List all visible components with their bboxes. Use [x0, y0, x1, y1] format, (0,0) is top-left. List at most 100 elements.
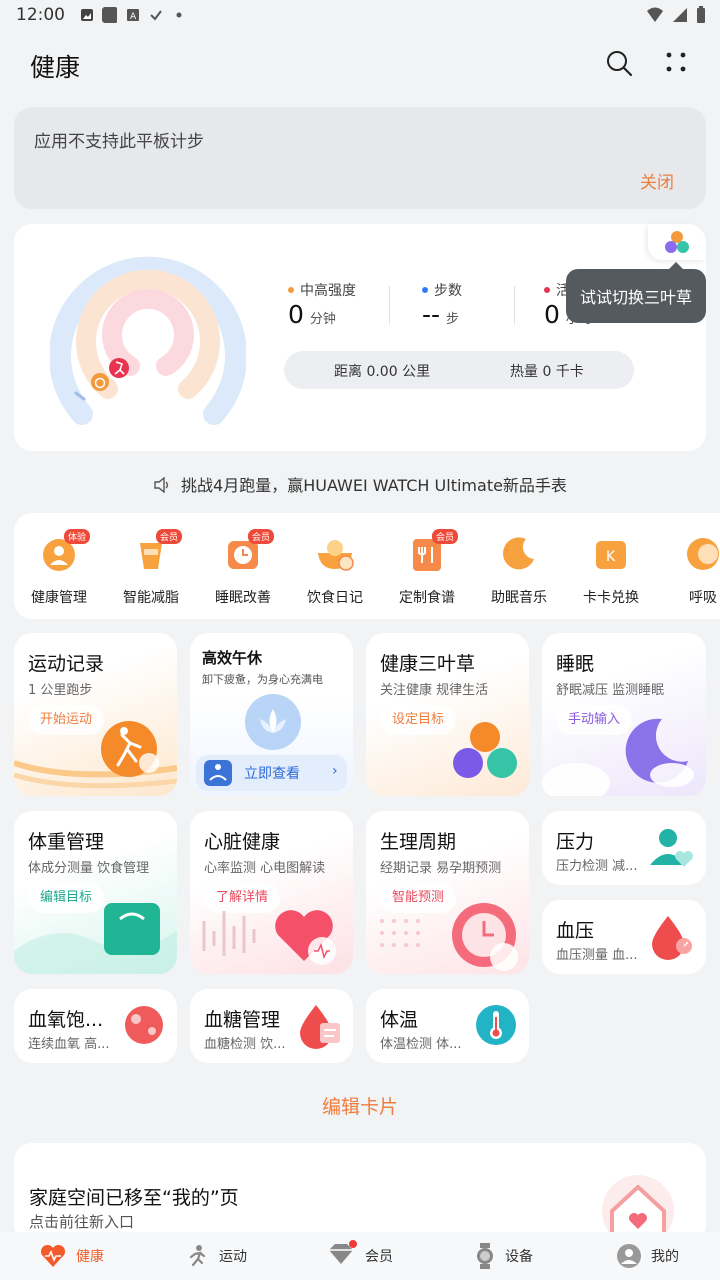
intensity-dot: [288, 287, 294, 293]
heart-ecg-icon: [202, 910, 336, 965]
service-label: 饮食日记: [307, 590, 363, 606]
view-now-label: 立即查看: [244, 766, 300, 782]
sleep-card[interactable]: 睡眠 舒眠减压 监测睡眠 手动输入: [542, 633, 706, 796]
stress-card[interactable]: 压力 压力检测 减...: [542, 811, 706, 885]
card-subtitle: 心率监测 心电图解读: [204, 861, 326, 876]
stress-person-icon: [650, 829, 693, 867]
weight-card[interactable]: 体重管理 体成分测量 饮食管理 编辑目标: [14, 811, 177, 974]
service-label: 助眠音乐: [491, 590, 547, 606]
lotus-icon: [245, 694, 301, 750]
nav-label: 运动: [219, 1249, 247, 1265]
blood-glucose-card[interactable]: 血糖管理 血糖检测 饮...: [190, 989, 353, 1063]
clover-tooltip[interactable]: 试试切换三叶草: [566, 269, 706, 323]
moon-cloud-icon: [542, 718, 694, 796]
active-value: 0: [544, 300, 560, 329]
service-sleep-improve[interactable]: 会员 睡眠改善: [198, 529, 288, 607]
search-icon[interactable]: [604, 48, 634, 82]
moon-music-icon: ♪: [498, 533, 540, 575]
cycle-card[interactable]: 生理周期 经期记录 易孕期预测 智能预测: [366, 811, 529, 974]
steps-unit: 步: [446, 312, 460, 327]
speaker-icon: [153, 476, 171, 497]
status-time: 12:00: [16, 5, 65, 25]
card-title: 心脏健康: [204, 831, 281, 853]
breathing-icon: [682, 533, 720, 575]
service-sleep-music[interactable]: ♪ 助眠音乐: [474, 533, 564, 607]
distance-text: 距离 0.00 公里: [334, 364, 431, 380]
card-title: 压力: [556, 831, 595, 853]
meditation-icon: [204, 760, 232, 786]
blood-pressure-card[interactable]: 血压 血压测量 血...: [542, 900, 706, 974]
card-subtitle: 血压测量 血...: [556, 948, 638, 963]
announcement-text: 挑战4月跑量，赢HUAWEI WATCH Ultimate新品手表: [181, 476, 567, 495]
blood-glucose-icon: [300, 1005, 340, 1049]
card-subtitle: 经期记录 易孕期预测: [380, 861, 502, 876]
service-health-management[interactable]: 体验 健康管理: [14, 529, 104, 607]
svg-text:K: K: [606, 549, 616, 565]
intensity-value: 0: [288, 300, 304, 329]
service-card-exchange[interactable]: K 卡卡兑换: [566, 533, 656, 607]
card-title: 运动记录: [28, 653, 105, 675]
service-label: 健康管理: [31, 590, 87, 606]
card-subtitle: 连续血氧 高...: [28, 1037, 110, 1052]
badge: 会员: [431, 529, 458, 544]
notice-close-button[interactable]: 关闭: [640, 168, 674, 193]
card-title: 体温: [380, 1009, 419, 1031]
set-goal-button[interactable]: 设定目标: [380, 705, 457, 735]
fat-loss-icon: 会员: [130, 529, 182, 575]
nap-card[interactable]: 高效午休 卸下疲惫，为身心充满电 立即查看 ›: [190, 633, 353, 796]
card-subtitle: 关注健康 规律生活: [380, 683, 489, 698]
svg-text:A: A: [130, 12, 137, 22]
card-subtitle: 舒眠减压 监测睡眠: [556, 683, 665, 698]
scale-icon: [14, 903, 177, 974]
nav-label: 我的: [651, 1249, 679, 1265]
service-custom-recipe[interactable]: 会员 定制食谱: [382, 529, 472, 607]
blood-oxygen-card[interactable]: 血氧饱... 连续血氧 高...: [14, 989, 177, 1063]
nav-membership[interactable]: 会员: [288, 1232, 432, 1280]
diamond-icon: [327, 1240, 357, 1270]
badge: 会员: [155, 529, 182, 544]
announcement[interactable]: 挑战4月跑量，赢HUAWEI WATCH Ultimate新品手表: [0, 472, 720, 497]
app-notification-icon: [102, 7, 117, 23]
more-menu-icon[interactable]: [664, 50, 690, 80]
blood-oxygen-icon: [125, 1006, 163, 1044]
intensity-unit: 分钟: [309, 312, 336, 327]
distance-calorie-pill: 距离 0.00 公里 热量 0 千卡: [284, 351, 634, 389]
family-space-card[interactable]: 家庭空间已移至“我的”页 点击前往新入口: [14, 1143, 706, 1243]
watch-icon: [477, 1243, 493, 1269]
intensity-label: 中高强度: [300, 283, 356, 299]
blood-drop-icon: [652, 916, 692, 960]
service-food-diary[interactable]: 饮食日记: [290, 533, 380, 607]
recipe-icon: 会员: [406, 529, 458, 575]
activity-card[interactable]: 中高强度 0分钟 步数 --步 活 0小时: [14, 224, 706, 451]
activity-rings: [50, 256, 246, 425]
running-track-icon: [14, 721, 177, 789]
exercise-record-card[interactable]: 运动记录 1 公里跑步 开始运动: [14, 633, 177, 796]
card-title: 健康三叶草: [380, 653, 476, 675]
service-fat-loss[interactable]: 会员 智能减脂: [106, 529, 196, 607]
notification-dot: [349, 1240, 357, 1248]
page-title: 健康: [30, 53, 81, 82]
clover-switch-button[interactable]: [648, 224, 706, 260]
nav-exercise[interactable]: 运动: [144, 1232, 288, 1280]
service-breathing[interactable]: 呼吸: [658, 533, 720, 607]
clover-icon: [665, 231, 689, 253]
steps-dot: [422, 287, 428, 293]
font-notification-icon: A: [125, 8, 140, 23]
clover-card[interactable]: 健康三叶草 关注健康 规律生活 设定目标: [366, 633, 529, 796]
nav-devices[interactable]: 设备: [432, 1232, 576, 1280]
edit-cards-button[interactable]: 编辑卡片: [0, 1092, 720, 1119]
thermometer-icon: [476, 1005, 516, 1045]
wifi-icon: [646, 7, 664, 28]
view-now-button[interactable]: 立即查看 ›: [196, 755, 347, 791]
heart-health-card[interactable]: 心脏健康 心率监测 心电图解读 了解详情: [190, 811, 353, 974]
nav-health[interactable]: 健康: [0, 1232, 144, 1280]
nav-label: 健康: [76, 1249, 104, 1265]
active-dot: [544, 287, 550, 293]
notice-text: 应用不支持此平板计步: [34, 132, 204, 152]
image-notification-icon: [79, 8, 94, 23]
divider: [389, 286, 390, 324]
run-icon: [189, 1245, 206, 1267]
temperature-card[interactable]: 体温 体温检测 体...: [366, 989, 529, 1063]
nav-me[interactable]: 我的: [576, 1232, 720, 1280]
family-subtitle: 点击前往新入口: [29, 1213, 135, 1231]
